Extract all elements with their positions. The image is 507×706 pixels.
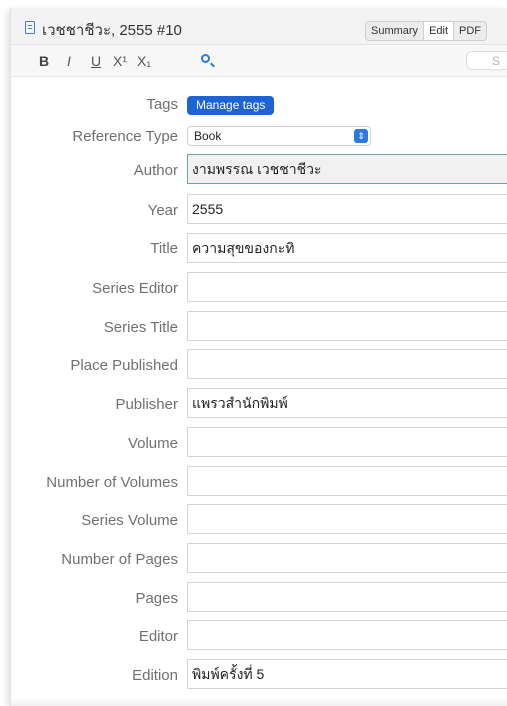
tab-summary[interactable]: Summary (366, 22, 423, 40)
field-label-editor: Editor (138, 628, 178, 645)
field-label-series-editor: Series Editor (92, 280, 178, 297)
document-icon (25, 21, 35, 34)
volume-field[interactable] (187, 427, 507, 457)
italic-button[interactable]: I (67, 53, 71, 69)
view-tab-group: Summary Edit PDF (365, 21, 488, 41)
reference-type-label: Reference Type (72, 128, 178, 145)
field-label-author: Author (133, 162, 178, 179)
number-of-pages-field[interactable] (187, 543, 507, 573)
field-label-pages: Pages (135, 590, 178, 607)
number-of-volumes-field[interactable] (187, 466, 507, 496)
reference-title: เวชชาชีวะ, 2555 #10 (42, 22, 182, 39)
tab-pdf[interactable]: PDF (454, 22, 486, 40)
series-volume-field[interactable] (187, 504, 507, 534)
editor-field[interactable] (187, 620, 507, 650)
field-label-number-of-volumes: Number of Volumes (46, 474, 178, 491)
edition-field[interactable]: พิมพ์ครั้งที่ 5 (187, 659, 507, 689)
pages-field[interactable] (187, 582, 507, 612)
format-toolbar: B I U X¹ X₁ S (11, 45, 507, 77)
publisher-field[interactable]: แพรวสำนักพิมพ์ (187, 388, 507, 418)
place-published-field[interactable] (187, 349, 507, 379)
field-label-publisher: Publisher (115, 396, 178, 413)
year-field[interactable]: 2555 (187, 194, 507, 224)
superscript-button[interactable]: X¹ (113, 53, 127, 69)
field-label-volume: Volume (127, 435, 178, 452)
author-field[interactable]: งามพรรณ เวชชาชีวะ (187, 154, 507, 184)
subscript-button[interactable]: X₁ (137, 53, 151, 69)
search-icon[interactable] (201, 54, 210, 63)
find-field[interactable]: S (466, 51, 507, 70)
bold-button[interactable]: B (39, 53, 49, 69)
field-label-series-volume: Series Volume (81, 512, 178, 529)
reference-type-select[interactable]: Book ⇕ (187, 126, 371, 146)
field-label-title: Title (150, 240, 178, 257)
field-label-series-title: Series Title (103, 319, 178, 336)
field-label-edition: Edition (132, 667, 178, 684)
tab-edit[interactable]: Edit (423, 22, 455, 40)
reference-editor-panel: เวชชาชีวะ, 2555 #10 Summary Edit PDF B I… (10, 8, 507, 706)
title-bar: เวชชาชีวะ, 2555 #10 Summary Edit PDF (11, 8, 507, 45)
manage-tags-button[interactable]: Manage tags (187, 96, 275, 115)
series-title-field[interactable] (187, 311, 507, 341)
field-label-number-of-pages: Number of Pages (61, 551, 178, 568)
field-label-year: Year (147, 202, 178, 219)
underline-button[interactable]: U (91, 53, 101, 69)
reference-type-value: Book (194, 129, 222, 143)
tags-label: Tags (146, 96, 178, 113)
title-field[interactable]: ความสุขของกะทิ (187, 233, 507, 263)
series-editor-field[interactable] (187, 272, 507, 302)
field-label-place-published: Place Published (70, 357, 178, 374)
chevron-updown-icon: ⇕ (354, 129, 368, 143)
